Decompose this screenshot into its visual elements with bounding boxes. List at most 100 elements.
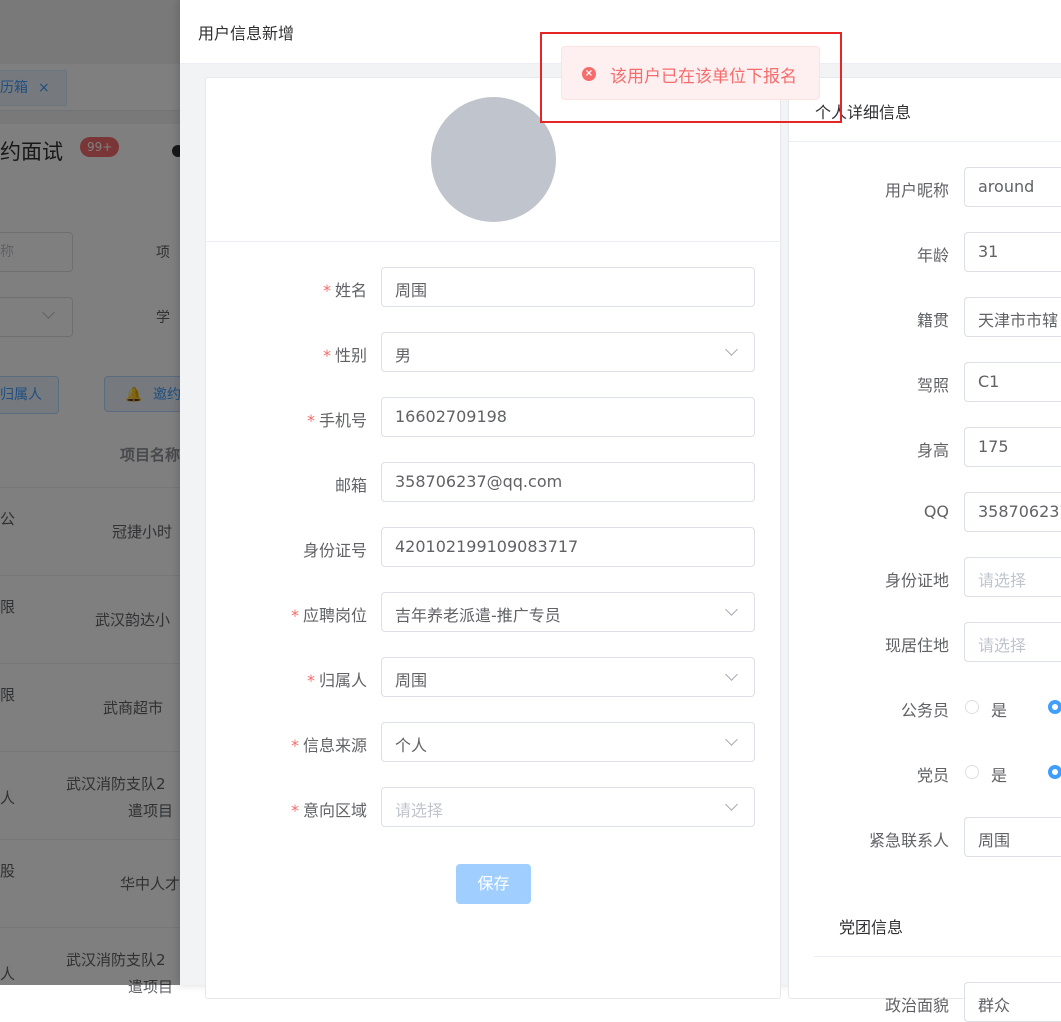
field-label: 紧急联系人 (868, 831, 949, 850)
form-row-phone: * 手机号 16602709198 (206, 397, 780, 437)
region-select[interactable]: 请选择 (381, 787, 755, 827)
form-row-name: * 姓名 周围 (206, 267, 780, 307)
chevron-down-icon (725, 668, 738, 681)
qq-input[interactable]: 358706237 (964, 492, 1061, 532)
field-label: 籍贯 (916, 311, 949, 330)
phone-input[interactable]: 16602709198 (381, 397, 755, 437)
owner-select[interactable]: 周围 (381, 657, 755, 697)
divider (206, 241, 780, 242)
field-value: 周围 (395, 281, 428, 300)
form-row-residence: 现居住地 请选择 (789, 622, 1061, 662)
gender-select[interactable]: 男 (381, 332, 755, 372)
drawer-title: 用户信息新增 (198, 24, 295, 43)
drawer-body: * 姓名 周围 * 性别 男 * 手机号 16602709198 邮箱 3587062… (180, 64, 1061, 1022)
required-asterisk: * (290, 736, 299, 755)
civil-servant-yes-radio[interactable] (965, 700, 979, 714)
required-asterisk: * (322, 281, 331, 300)
chevron-down-icon (725, 343, 738, 356)
form-row-emergency-contact: 紧急联系人 周围 (789, 817, 1061, 857)
form-row-origin: 籍贯 天津市市辖 (789, 297, 1061, 337)
form-row-owner: * 归属人 周围 (206, 657, 780, 697)
save-button[interactable]: 保存 (456, 864, 531, 904)
form-row-height: 身高 175 (789, 427, 1061, 467)
radio-label: 是 (991, 701, 1008, 720)
age-input[interactable]: 31 (964, 232, 1061, 272)
field-label: * 姓名 (322, 281, 367, 300)
height-input[interactable]: 175 (964, 427, 1061, 467)
chevron-down-icon (725, 733, 738, 746)
id-number-input[interactable]: 420102199109083717 (381, 527, 755, 567)
field-label: * 性别 (322, 346, 367, 365)
form-row-region: * 意向区域 请选择 (206, 787, 780, 827)
modal-overlay[interactable] (0, 0, 180, 985)
source-select[interactable]: 个人 (381, 722, 755, 762)
required-asterisk: * (306, 411, 315, 430)
field-label: * 信息来源 (290, 736, 367, 755)
field-value: 周围 (978, 831, 1011, 850)
party-member-no-radio[interactable] (1048, 765, 1061, 779)
field-value: 175 (978, 437, 1009, 456)
field-label: 现居住地 (884, 636, 949, 655)
field-value: 358706237 (978, 502, 1061, 521)
field-placeholder: 请选择 (395, 801, 444, 820)
field-label: QQ (923, 502, 949, 521)
field-label: 邮箱 (334, 476, 367, 495)
chevron-down-icon (725, 603, 738, 616)
field-label: * 归属人 (306, 671, 367, 690)
id-place-cascader[interactable]: 请选择 (964, 557, 1061, 597)
basic-info-card: * 姓名 周围 * 性别 男 * 手机号 16602709198 邮箱 3587062… (205, 77, 781, 999)
form-row-political-status: 政治面貌 群众 (789, 982, 1061, 1022)
divider (789, 141, 1061, 142)
field-label: * 应聘岗位 (290, 606, 367, 625)
field-value: 群众 (978, 996, 1011, 1015)
user-add-drawer: 用户信息新增 * 姓名 周围 * 性别 男 * 手机号 16602709198 邮箱 … (180, 0, 1061, 1022)
emergency-contact-input[interactable]: 周围 (964, 817, 1061, 857)
form-row-position: * 应聘岗位 吉年养老派遣-推广专员 (206, 592, 780, 632)
required-asterisk: * (290, 801, 299, 820)
field-label: 公务员 (900, 701, 949, 720)
field-label: 用户昵称 (884, 181, 949, 200)
field-label: 驾照 (916, 376, 949, 395)
name-input[interactable]: 周围 (381, 267, 755, 307)
field-value: 358706237@qq.com (395, 472, 563, 491)
field-label: 身份证号 (302, 541, 367, 560)
form-row-qq: QQ 358706237 (789, 492, 1061, 532)
field-value: around (978, 177, 1035, 196)
field-label: * 意向区域 (290, 801, 367, 820)
field-label: 身份证地 (884, 571, 949, 590)
chevron-down-icon (725, 798, 738, 811)
nickname-input[interactable]: around (964, 167, 1061, 207)
civil-servant-no-radio[interactable] (1048, 700, 1061, 714)
residence-cascader[interactable]: 请选择 (964, 622, 1061, 662)
field-value: 31 (978, 242, 999, 261)
political-status-select[interactable]: 群众 (964, 982, 1061, 1022)
field-label: 党员 (916, 766, 949, 785)
form-row-gender: * 性别 男 (206, 332, 780, 372)
avatar[interactable] (431, 97, 556, 222)
party-member-yes-radio[interactable] (965, 765, 979, 779)
required-asterisk: * (306, 671, 315, 690)
field-value: 天津市市辖 (978, 311, 1059, 330)
form-row-civil-servant: 公务员 是 (789, 687, 1061, 727)
required-asterisk: * (290, 606, 299, 625)
form-row-license: 驾照 C1 (789, 362, 1061, 402)
field-label: * 手机号 (306, 411, 367, 430)
form-row-id-number: 身份证号 420102199109083717 (206, 527, 780, 567)
details-card: 个人详细信息 用户昵称 around 年龄 31 籍贯 天津市市辖 驾照 C1 … (788, 77, 1061, 1022)
field-placeholder: 请选择 (978, 571, 1027, 590)
field-value: 周围 (395, 671, 428, 690)
form-row-nickname: 用户昵称 around (789, 167, 1061, 207)
position-select[interactable]: 吉年养老派遣-推广专员 (381, 592, 755, 632)
radio-label: 是 (991, 766, 1008, 785)
field-value: 个人 (395, 736, 428, 755)
license-input[interactable]: C1 (964, 362, 1061, 402)
origin-cascader[interactable]: 天津市市辖 (964, 297, 1061, 337)
field-placeholder: 请选择 (978, 636, 1027, 655)
field-value: C1 (978, 372, 1000, 391)
form-row-age: 年龄 31 (789, 232, 1061, 272)
form-row-source: * 信息来源 个人 (206, 722, 780, 762)
email-input[interactable]: 358706237@qq.com (381, 462, 755, 502)
form-row-email: 邮箱 358706237@qq.com (206, 462, 780, 502)
field-value: 16602709198 (395, 407, 507, 426)
party-section-title: 党团信息 (839, 918, 904, 937)
